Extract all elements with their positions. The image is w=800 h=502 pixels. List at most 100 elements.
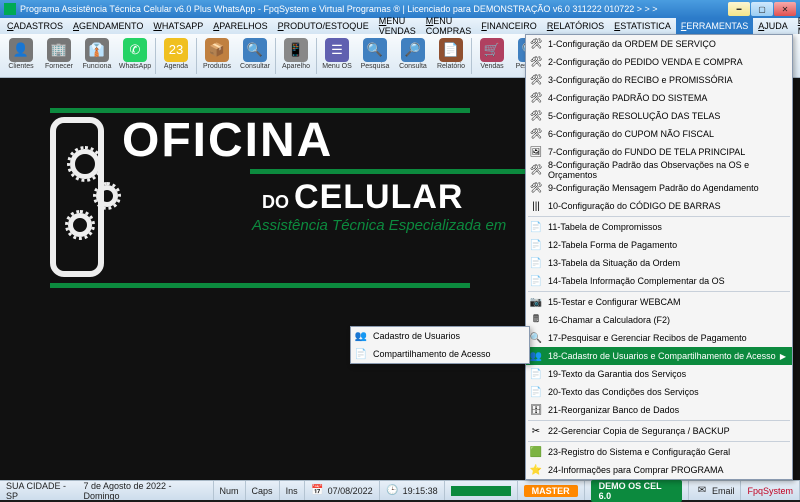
toolbar-aparelho[interactable]: 📱Aparelho [277, 36, 315, 76]
menu-item-icon: 🔍 [529, 331, 543, 345]
menu-financeiro[interactable]: FINANCEIRO [476, 18, 542, 34]
ferramentas-item[interactable]: 🛠2-Configuração do PEDIDO VENDA E COMPRA [526, 53, 792, 71]
logo-tagline: Assistência Técnica Especializada em [252, 217, 550, 234]
menu-item-icon: 🛠 [529, 55, 543, 69]
menu-relat-rios[interactable]: RELATÓRIOS [542, 18, 609, 34]
ferramentas-item[interactable]: 📄14-Tabela Informação Complementar da OS [526, 272, 792, 290]
menu-ajuda[interactable]: AJUDA [753, 18, 793, 34]
ferramentas-item[interactable]: 📄13-Tabela da Situação da Ordem [526, 254, 792, 272]
status-email[interactable]: ✉Email [689, 481, 742, 500]
ferramentas-item[interactable]: 🛠6-Configuração do CUPOM NÃO FISCAL [526, 125, 792, 143]
ferramentas-dropdown: 🛠1-Configuração da ORDEM DE SERVIÇO🛠2-Co… [525, 34, 793, 480]
ferramentas-item[interactable]: 📄20-Texto das Condições dos Serviços [526, 383, 792, 401]
menu-item-icon: 👥 [529, 349, 543, 363]
ferramentas-item[interactable]: 🟩23-Registro do Sistema e Configuração G… [526, 443, 792, 461]
ferramentas-item[interactable]: 📄11-Tabela de Compromissos [526, 218, 792, 236]
status-brand: FpqSystem [741, 481, 800, 500]
menu-ferramentas[interactable]: FERRAMENTAS [676, 18, 753, 34]
menu-item-icon: 👥 [354, 329, 368, 343]
menu-menu-vendas[interactable]: MENU VENDAS [374, 18, 421, 34]
consultar-icon: 🔍 [243, 38, 267, 62]
ferramentas-item[interactable]: 🛠5-Configuração RESOLUÇÃO DAS TELAS [526, 107, 792, 125]
window-title: Programa Assistência Técnica Celular v6.… [20, 4, 728, 14]
menu-item-icon: 🛠 [529, 181, 543, 195]
toolbar-whatsapp[interactable]: ✆WhatsApp [116, 36, 154, 76]
menu-agendamento[interactable]: AGENDAMENTO [68, 18, 148, 34]
ferramentas-item[interactable]: 🛠9-Configuração Mensagem Padrão do Agend… [526, 179, 792, 197]
status-time: 🕒19:15:38 [380, 481, 445, 500]
clock-icon: 🕒 [386, 484, 400, 498]
close-button[interactable]: ✕ [774, 2, 796, 16]
toolbar-menu-os[interactable]: ☰Menu OS [318, 36, 356, 76]
menu-cadastros[interactable]: CADASTROS [2, 18, 68, 34]
menu-whatsapp[interactable]: WHATSAPP [148, 18, 208, 34]
ferramentas-item[interactable]: 📷15-Testar e Configurar WEBCAM [526, 293, 792, 311]
menu os-icon: ☰ [325, 38, 349, 62]
produtos-icon: 📦 [205, 38, 229, 62]
app-icon [4, 3, 16, 15]
toolbar-produtos[interactable]: 📦Produtos [198, 36, 236, 76]
menu-item-icon: 🗄 [529, 403, 543, 417]
ferramentas-item[interactable]: 🛠4-Configuração PADRÃO DO SISTEMA [526, 89, 792, 107]
status-numlock: Num [214, 481, 246, 500]
ferramentas-item[interactable]: ⭐24-Informações para Comprar PROGRAMA [526, 461, 792, 479]
submenu-arrow-icon: ▶ [780, 352, 786, 361]
ferramentas-item[interactable]: 🛠8-Configuração Padrão das Observações n… [526, 161, 792, 179]
menu-item-icon: 📷 [529, 295, 543, 309]
ferramentas-item[interactable]: 🗄21-Reorganizar Banco de Dados [526, 401, 792, 419]
agenda-icon: 23 [164, 38, 188, 62]
toolbar-agenda[interactable]: 23Agenda [157, 36, 195, 76]
menu-item-icon: 📄 [529, 256, 543, 270]
submenu-item[interactable]: 📄Compartilhamento de Acesso [351, 345, 529, 363]
status-location: SUA CIDADE - SP 7 de Agosto de 2022 - Do… [0, 481, 214, 500]
menu-item-icon: 🛠 [529, 91, 543, 105]
menu-item-icon: 🛠 [529, 109, 543, 123]
consulta-icon: 🔎 [401, 38, 425, 62]
menu-item-icon: 📄 [529, 385, 543, 399]
ferramentas-item[interactable]: 🖼7-Configuração do FUNDO DE TELA PRINCIP… [526, 143, 792, 161]
toolbar-consultar[interactable]: 🔍Consultar [236, 36, 274, 76]
menu-item-icon: 🛠 [529, 73, 543, 87]
menu-bar: CADASTROSAGENDAMENTOWHATSAPPAPARELHOSPRO… [0, 18, 800, 34]
ferramentas-item[interactable]: 🛠3-Configuração do RECIBO e PROMISSÓRIA [526, 71, 792, 89]
status-bar: SUA CIDADE - SP 7 de Agosto de 2022 - Do… [0, 480, 800, 500]
toolbar-funciona[interactable]: 👔Funciona [78, 36, 116, 76]
ferramentas-item[interactable]: 🛠1-Configuração da ORDEM DE SERVIÇO [526, 35, 792, 53]
logo-line1: OFICINA [122, 117, 550, 165]
ferramentas-item[interactable]: 📄12-Tabela Forma de Pagamento [526, 236, 792, 254]
menu-aparelhos[interactable]: APARELHOS [208, 18, 272, 34]
ferramentas-item[interactable]: |||10-Configuração do CÓDIGO DE BARRAS [526, 197, 792, 215]
toolbar-pesquisa[interactable]: 🔍Pesquisa [356, 36, 394, 76]
menu-menu-compras[interactable]: MENU COMPRAS [421, 18, 477, 34]
vendas-icon: 🛒 [480, 38, 504, 62]
ferramentas-item[interactable]: 📄19-Texto da Garantia dos Serviços [526, 365, 792, 383]
menu-item-icon: 📄 [529, 238, 543, 252]
menu-item-icon: 📄 [529, 274, 543, 288]
ferramentas-item[interactable]: 👥18-Cadastro de Usuarios e Compartilhame… [526, 347, 792, 365]
toolbar-vendas[interactable]: 🛒Vendas [473, 36, 511, 76]
menu-item-icon: 📄 [529, 367, 543, 381]
ferramentas-item[interactable]: ✂22-Gerenciar Copia de Segurança / BACKU… [526, 422, 792, 440]
ferramentas-item[interactable]: 🖩16-Chamar a Calculadora (F2) [526, 311, 792, 329]
toolbar-fornecer[interactable]: 🏢Fornecer [40, 36, 78, 76]
toolbar-consulta[interactable]: 🔎Consulta [394, 36, 432, 76]
minimize-button[interactable]: ━ [728, 2, 750, 16]
toolbar-clientes[interactable]: 👤Clientes [2, 36, 40, 76]
submenu-item[interactable]: 👥Cadastro de Usuarios [351, 327, 529, 345]
menu-item-icon: 🖼 [529, 145, 543, 159]
status-date: 📅07/08/2022 [305, 481, 380, 500]
menu-e-mail[interactable]: E-MAIL [793, 18, 800, 34]
menu-item-icon: 🟩 [529, 445, 543, 459]
menu-item-icon: 📄 [529, 220, 543, 234]
clientes-icon: 👤 [9, 38, 33, 62]
status-progress [445, 481, 518, 500]
status-user-level: MASTER [518, 481, 585, 500]
menu-estatistica[interactable]: ESTATISTICA [609, 18, 676, 34]
toolbar-relat-rio[interactable]: 📄Relatório [432, 36, 470, 76]
menu-item-icon: 📄 [354, 347, 368, 361]
menu-item-icon: 🛠 [529, 127, 543, 141]
maximize-button[interactable]: ▢ [751, 2, 773, 16]
ferramentas-item[interactable]: 🔍17-Pesquisar e Gerenciar Recibos de Pag… [526, 329, 792, 347]
menu-produto-estoque[interactable]: PRODUTO/ESTOQUE [273, 18, 374, 34]
calendar-icon: 📅 [311, 484, 325, 498]
